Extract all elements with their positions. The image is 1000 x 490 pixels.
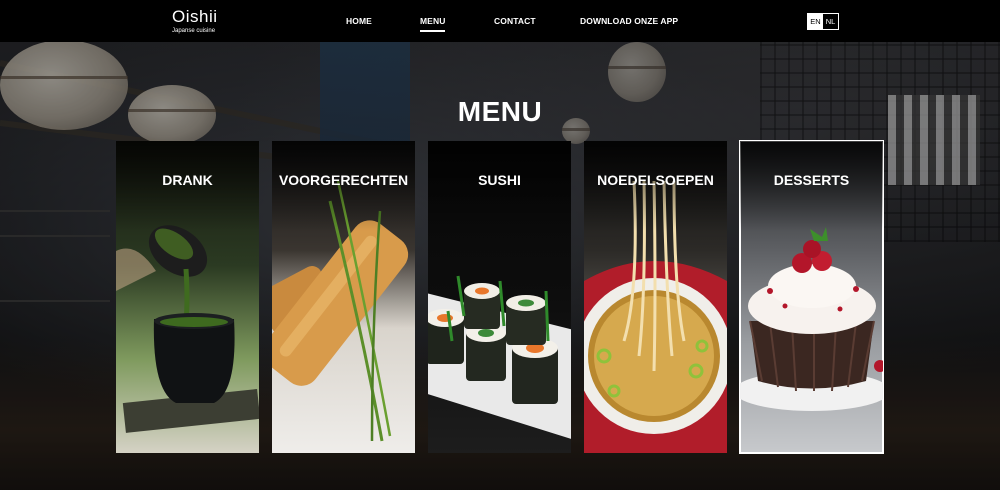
- category-card-desserts[interactable]: DESSERTS: [739, 140, 884, 454]
- brand-logo[interactable]: Oishii Japanse cuisine: [172, 8, 232, 35]
- top-navbar: Oishii Japanse cuisine HOME MENU CONTACT…: [0, 0, 1000, 42]
- category-title: DESSERTS: [773, 172, 850, 188]
- category-title: SUSHI: [478, 172, 521, 188]
- category-card-drank[interactable]: DRANK: [116, 141, 259, 453]
- nav-home[interactable]: HOME: [346, 16, 372, 26]
- brand-name: Oishii: [172, 7, 218, 26]
- brand-tagline: Japanse cuisine: [172, 28, 216, 34]
- nav-download-app[interactable]: DOWNLOAD ONZE APP: [580, 16, 678, 26]
- category-title: DRANK: [162, 172, 213, 188]
- lang-nl-button[interactable]: NL: [823, 14, 838, 29]
- category-title: NOEDELSOEPEN: [597, 172, 714, 188]
- language-switcher: EN NL: [807, 13, 839, 30]
- page-title: MENU: [457, 95, 543, 127]
- lang-en-button[interactable]: EN: [808, 14, 823, 29]
- category-card-noedelsoepen[interactable]: NOEDELSOEPEN: [584, 141, 727, 453]
- category-title: VOORGERECHTEN: [278, 172, 409, 188]
- nav-contact[interactable]: CONTACT: [494, 16, 536, 26]
- category-card-sushi[interactable]: SUSHI: [428, 141, 571, 453]
- category-card-voorgerechten[interactable]: VOORGERECHTEN: [272, 141, 415, 453]
- nav-menu[interactable]: MENU: [420, 16, 446, 32]
